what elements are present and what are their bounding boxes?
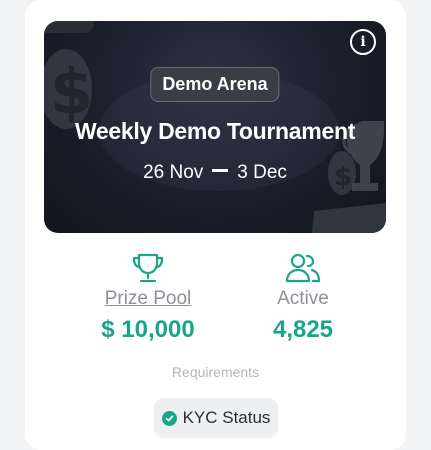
requirements-label: Requirements [171, 364, 260, 380]
active-stat: Active 4,825 [253, 252, 353, 344]
active-label: Active [277, 288, 329, 309]
arena-badge: Demo Arena [150, 67, 280, 102]
kyc-status-chip: KYC Status [154, 398, 278, 438]
trophy-icon [132, 253, 164, 283]
start-date: 26 Nov [143, 162, 204, 183]
prize-pool-link[interactable]: Prize Pool [98, 288, 198, 310]
active-value: 4,825 [272, 316, 334, 343]
info-icon[interactable]: i [350, 29, 376, 55]
tournament-title: Weekly Demo Tournament [74, 118, 356, 144]
date-separator [212, 169, 229, 173]
prize-pool-value: $ 10,000 [101, 316, 195, 343]
end-date: 3 Dec [237, 162, 287, 183]
tournament-dates: 26 Nov 3 Dec [44, 162, 386, 184]
prize-pool-stat: Prize Pool $ 10,000 [98, 252, 198, 344]
kyc-status-label: KYC Status [182, 408, 271, 427]
users-icon [285, 253, 321, 283]
tournament-banner: $ $ i Demo Arena Weekly Demo Tournament … [44, 21, 386, 233]
check-circle-icon [161, 410, 177, 426]
